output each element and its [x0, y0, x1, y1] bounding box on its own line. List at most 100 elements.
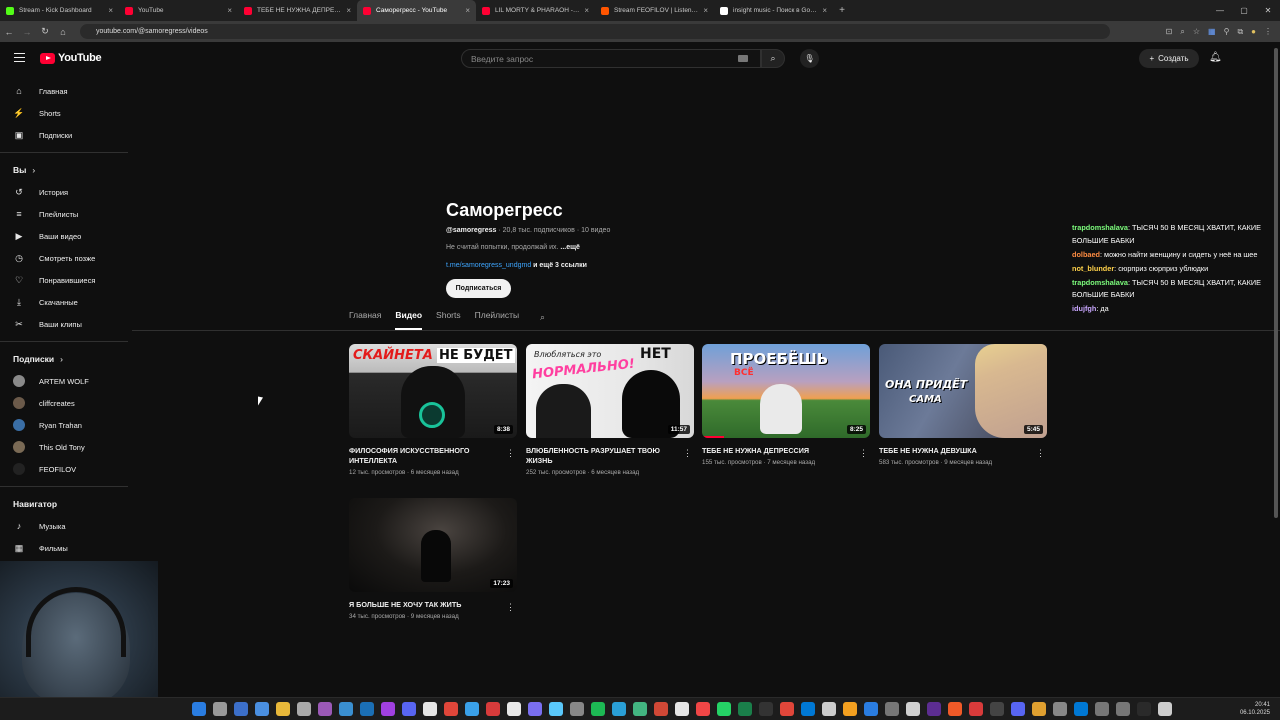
- profile-icon[interactable]: ●: [1251, 27, 1256, 36]
- taskbar-app-icon[interactable]: [297, 702, 311, 716]
- voice-search-button[interactable]: 🎙: [800, 49, 819, 68]
- home-nav-icon[interactable]: ⌂: [54, 27, 72, 37]
- video-thumbnail[interactable]: ПРОЕБЁШЬ ВСЁ 8:25: [702, 344, 870, 438]
- video-title[interactable]: ТЕБЕ НЕ НУЖНА ДЕВУШКА: [879, 446, 1029, 456]
- taskbar-app-icon[interactable]: [360, 702, 374, 716]
- sidebar-item[interactable]: ◷ Смотреть позже: [0, 247, 128, 269]
- taskbar-app-icon[interactable]: [759, 702, 773, 716]
- windows-start-icon[interactable]: [192, 702, 206, 716]
- taskbar-app-icon[interactable]: [822, 702, 836, 716]
- tab-close-icon[interactable]: ×: [227, 6, 232, 15]
- browser-tab[interactable]: Stream - Kick Dashboard ×: [0, 0, 119, 21]
- back-icon[interactable]: ←: [0, 27, 18, 37]
- video-thumbnail[interactable]: ОНА ПРИДЁТ САМА 5:45: [879, 344, 1047, 438]
- sidebar-item[interactable]: ♪ Музыка: [0, 515, 128, 537]
- taskbar-app-icon[interactable]: [255, 702, 269, 716]
- taskbar-app-icon[interactable]: [276, 702, 290, 716]
- url-field[interactable]: youtube.com/@samoregress/videos: [80, 24, 1110, 39]
- taskbar-app-icon[interactable]: [1011, 702, 1025, 716]
- sidebar-item[interactable]: This Old Tony: [0, 436, 128, 458]
- taskbar-app-icon[interactable]: [1095, 702, 1109, 716]
- more-options-icon[interactable]: ⋮: [859, 448, 868, 459]
- video-title[interactable]: ФИЛОСОФИЯ ИСКУССТВЕННОГО ИНТЕЛЛЕКТА: [349, 446, 499, 466]
- close-icon[interactable]: ✕: [1256, 0, 1280, 21]
- browser-tab[interactable]: ТЕБЕ НЕ НУЖНА ДЕПРЕССИЯ ×: [238, 0, 357, 21]
- taskbar-app-icon[interactable]: [1158, 702, 1172, 716]
- video-thumbnail[interactable]: 17:23: [349, 498, 517, 592]
- tab-close-icon[interactable]: ×: [465, 6, 470, 15]
- sidebar-item[interactable]: ✂ Ваши клипы: [0, 313, 128, 335]
- tab-close-icon[interactable]: ×: [822, 6, 827, 15]
- channel-tab[interactable]: Главная: [349, 310, 381, 330]
- video-card[interactable]: Влюбляться это НОРМАЛЬНО! НЕТ 11:57 ВЛЮБ…: [526, 344, 694, 476]
- taskbar-app-icon[interactable]: [318, 702, 332, 716]
- taskbar-app-icon[interactable]: [1137, 702, 1151, 716]
- more-options-icon[interactable]: ⋮: [1036, 448, 1045, 459]
- taskbar-app-icon[interactable]: [801, 702, 815, 716]
- taskbar-app-icon[interactable]: [969, 702, 983, 716]
- taskbar-clock[interactable]: 20:41 06.10.2025: [1240, 701, 1270, 717]
- taskbar-app-icon[interactable]: [906, 702, 920, 716]
- taskbar-app-icon[interactable]: [843, 702, 857, 716]
- maximize-icon[interactable]: ▢: [1232, 0, 1256, 21]
- taskbar-app-icon[interactable]: [1116, 702, 1130, 716]
- notifications-bell-icon[interactable]: 🔔︎: [1209, 52, 1222, 63]
- taskbar-app-icon[interactable]: [675, 702, 689, 716]
- video-thumbnail[interactable]: Влюбляться это НОРМАЛЬНО! НЕТ 11:57: [526, 344, 694, 438]
- taskbar-app-icon[interactable]: [234, 702, 248, 716]
- channel-tab[interactable]: Плейлисты: [475, 310, 520, 330]
- video-card[interactable]: 17:23 Я БОЛЬШЕ НЕ ХОЧУ ТАК ЖИТЬ 34 тыс. …: [349, 498, 517, 620]
- more-links[interactable]: и ещё 3 ссылки: [531, 262, 587, 269]
- extensions-puzzle-icon[interactable]: ⧉: [1237, 27, 1243, 37]
- sidebar-subscriptions-heading[interactable]: Подписки ›: [0, 348, 128, 370]
- sidebar-item[interactable]: FEOFILOV: [0, 458, 128, 480]
- sidebar-item[interactable]: ⤓ Скачанные: [0, 291, 128, 313]
- sidebar-you-heading[interactable]: Вы ›: [0, 159, 128, 181]
- tab-close-icon[interactable]: ×: [108, 6, 113, 15]
- sidebar-item[interactable]: cliffcreates: [0, 392, 128, 414]
- forward-icon[interactable]: →: [18, 27, 36, 37]
- taskbar-app-icon[interactable]: [738, 702, 752, 716]
- taskbar-app-icon[interactable]: [612, 702, 626, 716]
- more-options-icon[interactable]: ⋮: [506, 448, 515, 459]
- extension-icon[interactable]: ⚲: [1224, 27, 1230, 36]
- reload-icon[interactable]: ↻: [36, 26, 54, 37]
- taskbar-app-icon[interactable]: [507, 702, 521, 716]
- sidebar-item[interactable]: ⚡ Shorts: [0, 102, 128, 124]
- sidebar-item[interactable]: Ryan Trahan: [0, 414, 128, 436]
- taskbar-app-icon[interactable]: [381, 702, 395, 716]
- taskbar-app-icon[interactable]: [990, 702, 1004, 716]
- browser-tab[interactable]: Stream FEOFILOV | Listen to m... ×: [595, 0, 714, 21]
- taskbar-app-icon[interactable]: [633, 702, 647, 716]
- taskbar-app-icon[interactable]: [528, 702, 542, 716]
- channel-tab[interactable]: Shorts: [436, 310, 461, 330]
- sidebar-item[interactable]: ▶ Ваши видео: [0, 225, 128, 247]
- taskbar-app-icon[interactable]: [486, 702, 500, 716]
- browser-tab[interactable]: Саморегресс - YouTube ×: [357, 0, 476, 21]
- sidebar-item[interactable]: ARTEM WOLF: [0, 370, 128, 392]
- taskbar-app-icon[interactable]: [948, 702, 962, 716]
- create-button[interactable]: + Создать: [1139, 49, 1199, 68]
- sidebar-item[interactable]: ♡ Понравившиеся: [0, 269, 128, 291]
- channel-search-icon[interactable]: ⌕: [540, 312, 545, 323]
- subscribe-button[interactable]: Подписаться: [446, 279, 511, 298]
- taskbar-app-icon[interactable]: [885, 702, 899, 716]
- taskbar-app-icon[interactable]: [1053, 702, 1067, 716]
- taskbar-app-icon[interactable]: [339, 702, 353, 716]
- video-card[interactable]: ОНА ПРИДЁТ САМА 5:45 ТЕБЕ НЕ НУЖНА ДЕВУШ…: [879, 344, 1047, 466]
- video-thumbnail[interactable]: СКАЙНЕТА НЕ БУДЕТ 8:38: [349, 344, 517, 438]
- taskbar-app-icon[interactable]: [570, 702, 584, 716]
- video-card[interactable]: ПРОЕБЁШЬ ВСЁ 8:25 ТЕБЕ НЕ НУЖНА ДЕПРЕССИ…: [702, 344, 870, 466]
- browser-tab[interactable]: insight music - Поиск в Google ×: [714, 0, 833, 21]
- browser-tab[interactable]: LIL MORTY & PHARAOH - ГЛУБ... ×: [476, 0, 595, 21]
- video-card[interactable]: СКАЙНЕТА НЕ БУДЕТ 8:38 ФИЛОСОФИЯ ИСКУССТ…: [349, 344, 517, 476]
- channel-tab[interactable]: Видео: [395, 310, 423, 330]
- zoom-icon[interactable]: ⌕: [1180, 27, 1184, 37]
- tab-close-icon[interactable]: ×: [346, 6, 351, 15]
- page-scrollbar[interactable]: [1274, 48, 1278, 518]
- sidebar-item[interactable]: ⌂ Главная: [0, 80, 128, 102]
- channel-description[interactable]: Не считай попытки, продолжай их. ...ещё: [446, 244, 580, 251]
- taskbar-app-icon[interactable]: [780, 702, 794, 716]
- install-icon[interactable]: ⊡: [1166, 27, 1173, 36]
- search-input[interactable]: Введите запрос: [461, 49, 761, 68]
